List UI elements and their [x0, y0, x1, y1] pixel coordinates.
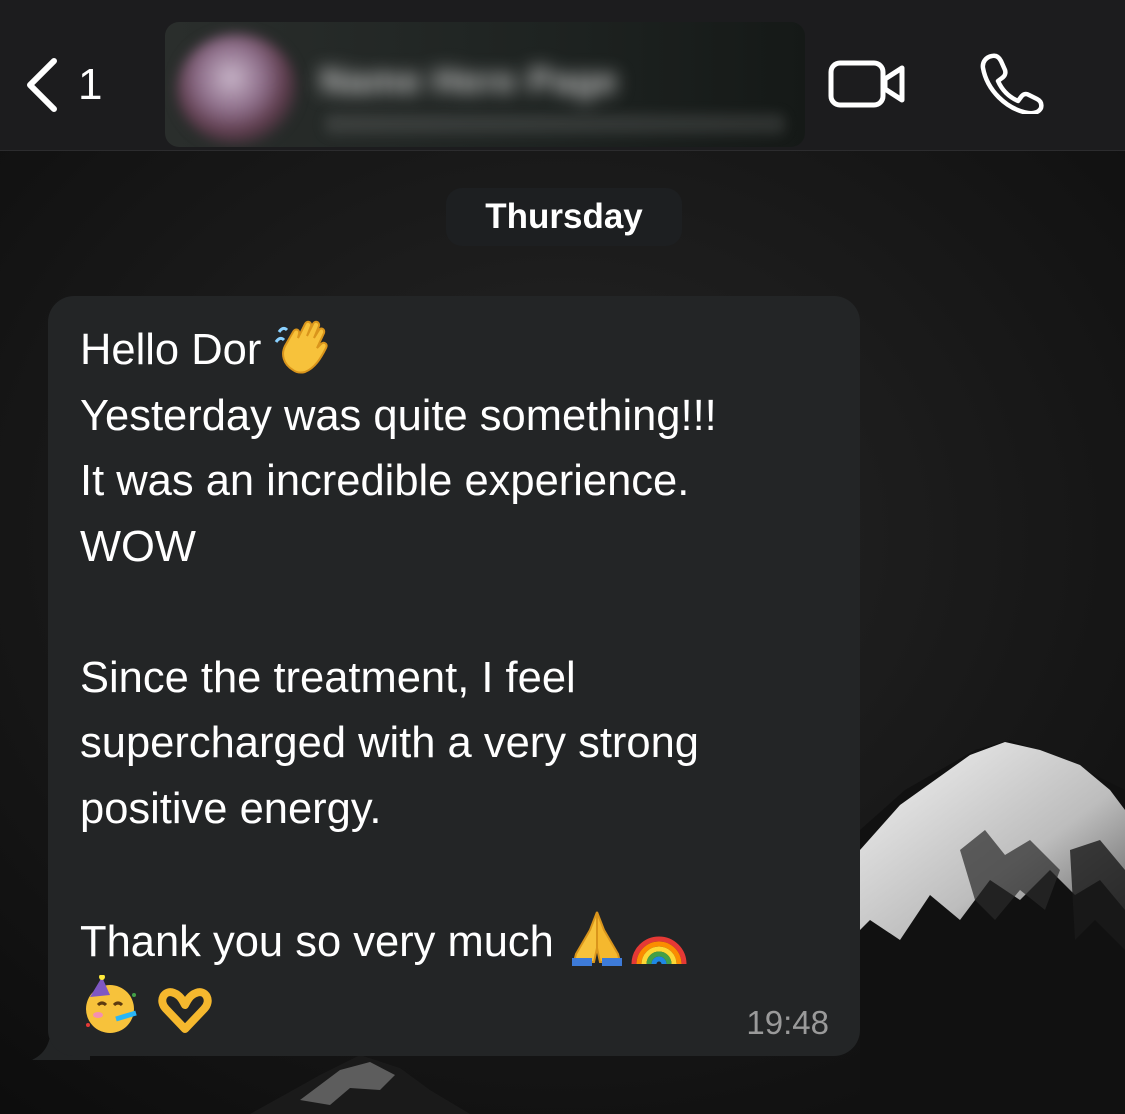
message-line-7: supercharged with a very strong — [80, 719, 699, 767]
partying-face-icon — [86, 975, 137, 1033]
message-text: Hello Dor Yesterday was quite something!… — [80, 318, 850, 1045]
phone-call-icon[interactable] — [978, 52, 1044, 114]
video-call-icon[interactable] — [828, 58, 908, 110]
message-line-2: Yesterday was quite something!!! — [80, 391, 717, 440]
heart-hands-icon — [158, 988, 212, 1033]
message-line-10: Thank you so very much — [80, 917, 554, 966]
waving-hand-icon — [275, 320, 328, 374]
back-button[interactable]: 1 — [22, 50, 102, 120]
message-line-3: It was an incredible experience. — [80, 457, 690, 505]
folded-hands-icon — [571, 911, 622, 966]
contact-subtitle — [325, 114, 785, 134]
avatar — [177, 34, 297, 144]
chevron-left-icon — [27, 58, 57, 112]
message-timestamp: 19:48 — [746, 1004, 829, 1041]
message-line-4: WOW — [80, 522, 196, 571]
date-separator: Thursday — [446, 188, 682, 246]
unread-count: 1 — [78, 60, 103, 109]
message-line-1: Hello Dor — [80, 326, 262, 374]
contact-name: Name Here Page — [320, 60, 619, 101]
rainbow-icon — [631, 936, 687, 964]
chat-header: 1 Name Here Page — [0, 0, 1125, 151]
message-line-6: Since the treatment, I feel — [80, 653, 576, 702]
message-line-8: positive energy. — [80, 784, 382, 833]
contact-info-button[interactable]: Name Here Page — [165, 22, 805, 147]
